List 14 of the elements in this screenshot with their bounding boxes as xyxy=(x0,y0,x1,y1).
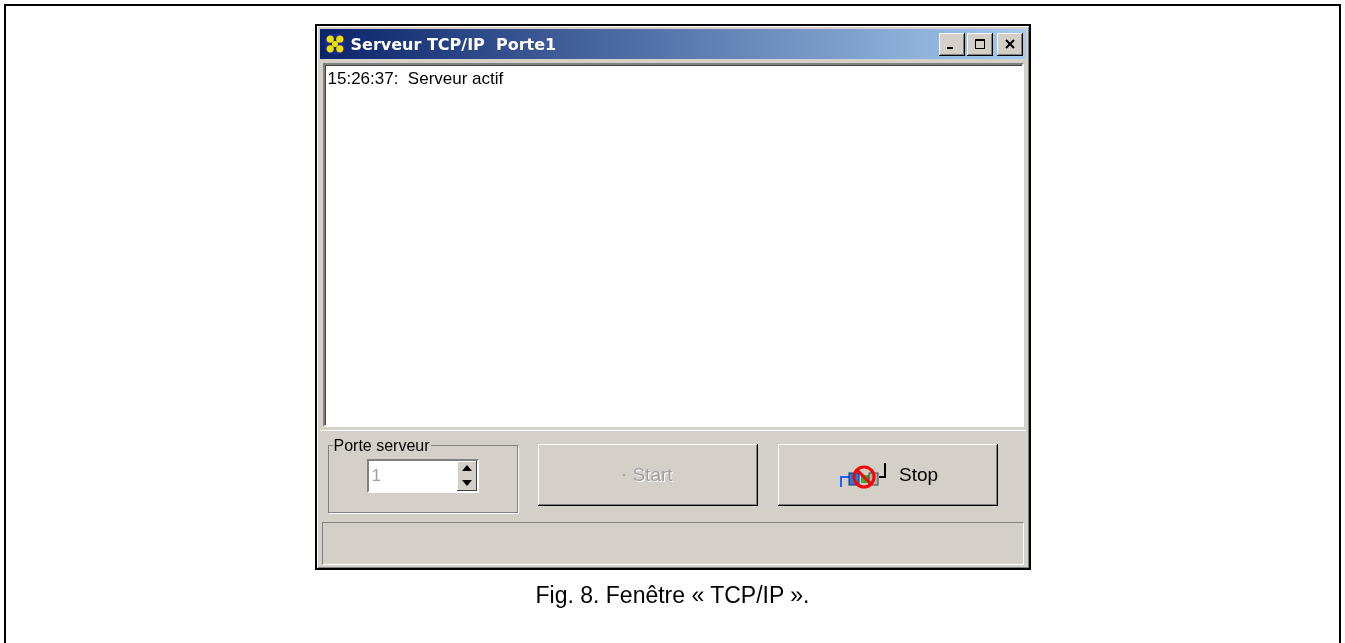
app-icon xyxy=(322,32,347,56)
window-title: Serveur TCP/IP Porte1 xyxy=(350,34,558,54)
close-icon xyxy=(1003,39,1016,49)
stop-button[interactable]: Stop xyxy=(777,443,998,506)
group-label: Porte serveur xyxy=(332,436,431,455)
close-button[interactable] xyxy=(996,32,1023,56)
port-value: 1 xyxy=(370,465,381,486)
dot-icon xyxy=(622,472,627,477)
minimize-icon xyxy=(946,47,953,49)
minimize-button[interactable] xyxy=(938,32,965,56)
maximize-icon xyxy=(973,39,986,49)
figure-caption: Fig. 8. Fenêtre « TCP/IP ». xyxy=(535,582,810,609)
log-line: 15:26:37: Serveur actif xyxy=(327,69,505,89)
maximize-button[interactable] xyxy=(966,32,993,56)
